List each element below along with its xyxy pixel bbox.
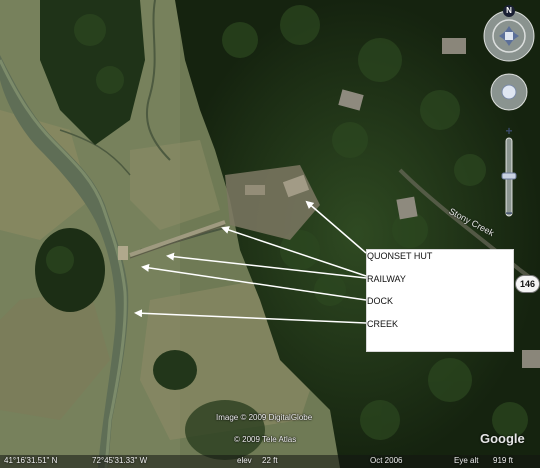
satellite-imagery [0,0,540,468]
label-quonset-hut: QUONSET HUT [367,251,433,261]
elevation-value: 22 ft [262,456,278,465]
imagery-credit: Image © 2009 DigitalGlobe [216,413,313,422]
compass-ring[interactable] [484,11,534,61]
zoom-slider[interactable] [503,140,515,216]
label-railway: RAILWAY [367,274,406,284]
eye-alt-label: Eye alt [454,456,479,465]
route-shield-icon[interactable]: 146 [515,275,540,293]
look-joystick[interactable] [491,74,527,110]
zoom-out-button[interactable]: − [501,206,517,220]
longitude-readout: 72°45'31.33" W [92,456,148,465]
map-viewport[interactable]: N + − Stony Creek 146 QUONSET HUT RAILWA… [0,0,540,468]
elevation-label: elev [237,456,252,465]
navigation-controls: N + − [482,5,538,226]
label-dock: DOCK [367,296,394,306]
zoom-in-button[interactable]: + [501,124,517,138]
google-logo: Google [480,431,525,446]
eye-alt-value: 919 ft [493,456,514,465]
tele-atlas-credit: © 2009 Tele Atlas [234,435,297,444]
label-creek: CREEK [367,319,399,329]
latitude-readout: 41°16'31.51" N [4,456,58,465]
imagery-date: Oct 2006 [370,456,403,465]
